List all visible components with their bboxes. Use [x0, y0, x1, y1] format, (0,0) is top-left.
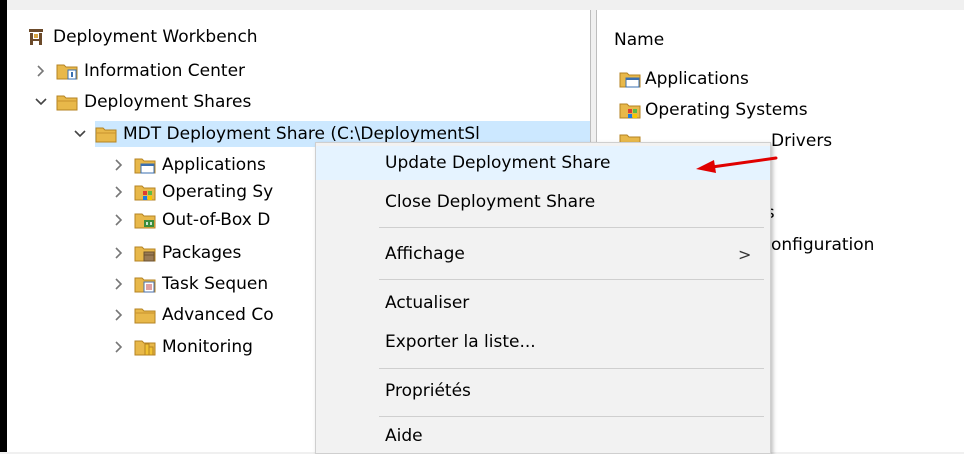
operating-systems-folder-icon: [134, 182, 156, 202]
menu-separator: [379, 368, 764, 369]
menu-item-aide[interactable]: Aide: [316, 419, 770, 453]
tree-root-label: Deployment Workbench: [53, 27, 258, 47]
tree-item-task-sequences[interactable]: Task Sequen: [112, 271, 268, 297]
list-item-label: Drivers: [771, 131, 833, 151]
folder-icon: [56, 92, 78, 112]
chevron-right-icon: >: [738, 244, 752, 264]
chevron-right-icon[interactable]: [112, 213, 126, 227]
context-menu: Update Deployment Share Close Deployment…: [315, 142, 771, 454]
menu-item-close-deployment-share[interactable]: Close Deployment Share: [316, 185, 770, 219]
red-arrow-icon: [696, 156, 778, 173]
tree-item-out-of-box-drivers[interactable]: Out-of-Box D: [112, 207, 270, 233]
menu-item-actualiser[interactable]: Actualiser: [316, 286, 770, 320]
chevron-right-icon[interactable]: [112, 277, 126, 291]
menu-item-label: Actualiser: [385, 293, 470, 313]
tree-item-monitoring[interactable]: Monitoring: [112, 334, 253, 360]
chevron-right-icon[interactable]: [112, 185, 126, 199]
chevron-right-icon[interactable]: [112, 158, 126, 172]
menu-separator: [379, 279, 764, 280]
tree-item-information-center[interactable]: Information Center: [34, 58, 245, 84]
folder-icon: [95, 124, 117, 144]
menu-item-label: Close Deployment Share: [385, 192, 596, 212]
chevron-right-icon[interactable]: [34, 64, 48, 78]
chevron-right-icon[interactable]: [112, 340, 126, 354]
menu-item-label: Update Deployment Share: [385, 153, 611, 173]
tree-item-label: MDT Deployment Share (C:\DeploymentSl: [123, 124, 480, 144]
folder-icon: [134, 305, 156, 325]
drivers-folder-icon: [134, 210, 156, 230]
tree-item-label: Advanced Co: [162, 305, 274, 325]
tree-item-label: Packages: [162, 243, 242, 263]
tree-item-operating-systems[interactable]: Operating Sy: [112, 179, 273, 205]
tree-item-label: Information Center: [84, 61, 246, 81]
chevron-down-icon[interactable]: [73, 127, 87, 141]
chevron-down-icon[interactable]: [34, 95, 48, 109]
workbench-icon: [25, 27, 47, 47]
packages-folder-icon: [134, 243, 156, 263]
chevron-right-icon[interactable]: [112, 308, 126, 322]
tree-root[interactable]: Deployment Workbench: [25, 24, 258, 50]
list-item-applications[interactable]: Applications: [619, 66, 749, 92]
chevron-right-icon[interactable]: [112, 246, 126, 260]
menu-item-exporter-la-liste[interactable]: Exporter la liste...: [316, 325, 770, 359]
menu-item-label: Aide: [385, 426, 423, 446]
task-sequences-folder-icon: [134, 274, 156, 294]
tree-item-label: Deployment Shares: [84, 92, 252, 112]
tree-item-applications[interactable]: Applications: [112, 152, 266, 178]
menu-separator: [379, 416, 764, 417]
monitoring-folder-icon: [134, 337, 156, 357]
list-item-label: Applications: [645, 69, 749, 89]
tree-item-label: Applications: [162, 155, 266, 175]
menu-item-label: Affichage: [385, 244, 465, 264]
list-item-operating-systems[interactable]: Operating Systems: [619, 97, 808, 123]
menu-item-label: Propriétés: [385, 381, 471, 401]
tree-item-packages[interactable]: Packages: [112, 240, 241, 266]
menu-item-affichage[interactable]: Affichage >: [316, 237, 770, 271]
list-item-partial[interactable]: onfiguration: [771, 232, 874, 258]
window-top-strip: [7, 0, 964, 10]
list-item-label: Operating Systems: [645, 100, 808, 120]
info-folder-icon: [56, 61, 78, 81]
tree-item-label: Monitoring: [162, 337, 253, 357]
list-item-label: onfiguration: [771, 235, 875, 255]
tree-item-label: Task Sequen: [162, 274, 269, 294]
window-left-edge: [0, 0, 7, 452]
menu-item-label: Exporter la liste...: [385, 332, 536, 352]
menu-item-proprietes[interactable]: Propriétés: [316, 374, 770, 408]
applications-folder-icon: [134, 155, 156, 175]
tree-item-deployment-shares[interactable]: Deployment Shares: [34, 89, 251, 115]
tree-item-advanced-configuration[interactable]: Advanced Co: [112, 302, 274, 328]
tree-item-label: Operating Sy: [162, 182, 274, 202]
column-header-name[interactable]: Name: [614, 30, 664, 50]
menu-separator: [379, 227, 764, 228]
operating-systems-folder-icon: [619, 100, 641, 120]
tree-item-label: Out-of-Box D: [162, 210, 271, 230]
applications-folder-icon: [619, 69, 641, 89]
